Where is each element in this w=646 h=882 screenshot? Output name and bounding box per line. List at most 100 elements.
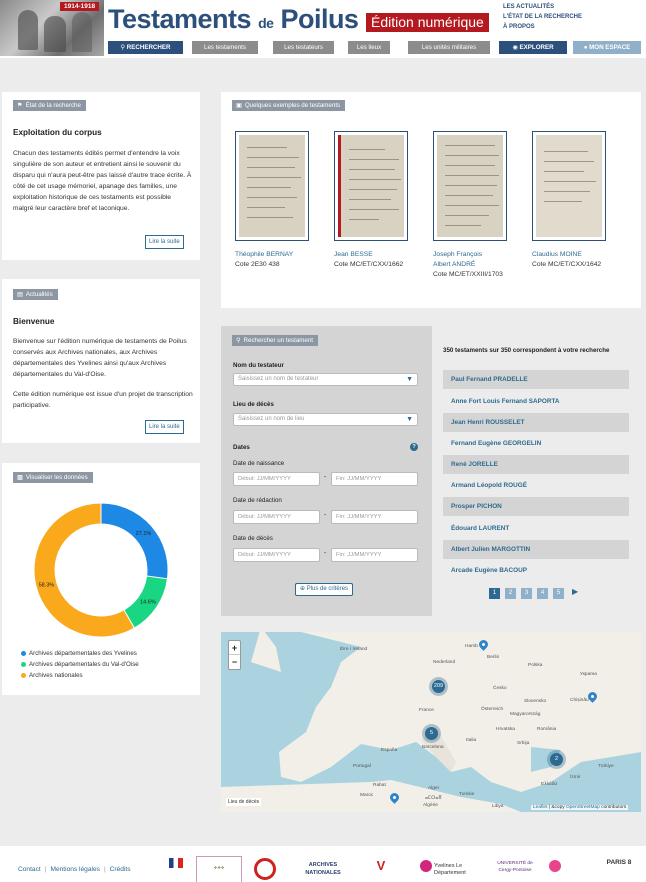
date-dash: - bbox=[324, 474, 327, 481]
map-label: Berlin bbox=[487, 655, 500, 660]
result-item[interactable]: Armand Léopold ROUGÉ bbox=[443, 476, 629, 495]
actualites-read-more-button[interactable]: Lire la suite bbox=[145, 420, 184, 434]
donut-slice-0[interactable] bbox=[100, 502, 169, 580]
thumb-name-3[interactable]: Joseph François Albert ANDRÉ bbox=[433, 250, 495, 270]
testament-thumb-2[interactable] bbox=[334, 131, 408, 241]
nav-explorer-button[interactable]: ◉ EXPLORER bbox=[499, 41, 567, 54]
universite-cergy-logo[interactable]: UNIVERSITÉ de Cergy-Pontoise bbox=[490, 856, 540, 882]
paris8-logo[interactable]: PARIS 8 bbox=[605, 856, 633, 882]
yvelines-logo[interactable]: Yvelines Le Département bbox=[420, 856, 482, 882]
map-cluster[interactable]: 209 bbox=[429, 677, 448, 696]
legend-item-yvelines: Archives départementales des Yvelines bbox=[21, 648, 139, 659]
footer-link-contact[interactable]: Contact bbox=[18, 866, 41, 873]
actualites-tag: ▤ Actualités bbox=[13, 289, 58, 300]
page-3-button[interactable]: 3 bbox=[521, 588, 532, 599]
footer-links: Contact | Mentions légales | Crédits bbox=[18, 866, 131, 873]
footer-link-mentions[interactable]: Mentions légales bbox=[50, 866, 99, 873]
redaction-fin-input[interactable]: Fin: JJ/MM/YYYY bbox=[331, 510, 418, 524]
page-2-button[interactable]: 2 bbox=[505, 588, 516, 599]
result-item[interactable]: Albert Julien MARGOTTIN bbox=[443, 540, 629, 559]
page-4-button[interactable]: 4 bbox=[537, 588, 548, 599]
result-item[interactable]: René JORELLE bbox=[443, 455, 629, 474]
site-title[interactable]: Testaments de Poilus bbox=[108, 4, 359, 35]
map-label: Algérie bbox=[423, 803, 438, 808]
page-5-button[interactable]: 5 bbox=[553, 588, 564, 599]
legend-dot bbox=[21, 661, 26, 667]
naissance-debut-input[interactable]: Début: JJ/MM/YYYY bbox=[233, 472, 320, 486]
osm-link[interactable]: OpenStreetMap bbox=[566, 805, 600, 810]
republique-francaise-logo[interactable] bbox=[164, 856, 188, 882]
map-label: Magyarország bbox=[510, 712, 541, 717]
date-dash: - bbox=[324, 512, 327, 519]
result-item[interactable]: Édouard LAURENT bbox=[443, 519, 629, 538]
map-label: România bbox=[537, 727, 557, 732]
nav-search-button[interactable]: ⚲ RECHERCHER bbox=[108, 41, 183, 54]
testament-thumb-3[interactable] bbox=[433, 131, 507, 241]
nav-mon-espace[interactable]: ● MON ESPACE bbox=[573, 41, 641, 54]
title-part-1: Testaments bbox=[108, 4, 252, 34]
visualiser-tag: ▩ Visualiser les données bbox=[13, 472, 93, 483]
map-cluster[interactable]: 5 bbox=[422, 724, 441, 743]
help-icon[interactable]: ? bbox=[410, 443, 418, 451]
top-link-apropos[interactable]: À PROPOS bbox=[503, 22, 582, 32]
top-link-etat[interactable]: L'ÉTAT DE LA RECHERCHE bbox=[503, 12, 582, 22]
archives-nationales-logo[interactable]: ARCHIVES NATIONALES bbox=[292, 856, 354, 882]
map-cluster[interactable]: 2 bbox=[547, 750, 566, 769]
map-label: Éire / Ireland bbox=[340, 647, 368, 652]
dates-label: Dates bbox=[233, 444, 250, 451]
exemples-tag: ▣ Quelques exemples de testaments bbox=[232, 100, 346, 111]
page-1-button[interactable]: 1 bbox=[489, 588, 500, 599]
newspaper-icon: ▤ bbox=[17, 291, 23, 298]
zoom-control: + − bbox=[228, 640, 241, 670]
donut-slice-label: 58.3% bbox=[39, 583, 55, 589]
centenaire-logo[interactable] bbox=[252, 856, 278, 882]
map-view[interactable] bbox=[221, 632, 641, 812]
archives-val-doise-logo[interactable]: V bbox=[360, 856, 402, 882]
thumb-name-4[interactable]: Claudius MOINE bbox=[532, 250, 622, 260]
edition-badge: Édition numérique bbox=[366, 13, 489, 32]
footer-link-credits[interactable]: Crédits bbox=[110, 866, 131, 873]
map-label: ⴰⵎⵔⴰⴳ bbox=[425, 796, 442, 801]
deces-debut-input[interactable]: Début: JJ/MM/YYYY bbox=[233, 548, 320, 562]
nav-testaments[interactable]: Les testaments bbox=[192, 41, 258, 54]
leaflet-link[interactable]: Leaflet bbox=[533, 805, 547, 810]
naissance-fin-input[interactable]: Fin: JJ/MM/YYYY bbox=[331, 472, 418, 486]
redaction-label: Date de rédaction bbox=[233, 497, 282, 504]
manuscript-image bbox=[239, 135, 305, 237]
map-label: France bbox=[419, 708, 434, 713]
result-item[interactable]: Paul Fernand PRADELLE bbox=[443, 370, 629, 389]
testament-thumb-4[interactable] bbox=[532, 131, 606, 241]
nom-testateur-input[interactable]: Saisissez un nom de testateur ▼ bbox=[233, 373, 418, 386]
redaction-debut-input[interactable]: Début: JJ/MM/YYYY bbox=[233, 510, 320, 524]
zoom-in-button[interactable]: + bbox=[229, 641, 240, 655]
search-panel bbox=[221, 326, 432, 616]
map-label: Nederland bbox=[433, 660, 456, 665]
thumb-name-2[interactable]: Jean BESSE bbox=[334, 250, 424, 260]
result-item[interactable]: Anne Fort Louis Fernand SAPORTA bbox=[443, 392, 629, 411]
zoom-out-button[interactable]: − bbox=[229, 655, 240, 669]
fondation-sciences-patrimoine-logo[interactable]: ❖❖❖ bbox=[196, 856, 242, 882]
nav-lieux[interactable]: Les lieux bbox=[348, 41, 390, 54]
map-label: Rabat bbox=[373, 783, 386, 788]
naissance-label: Date de naissance bbox=[233, 460, 285, 467]
etat-read-more-button[interactable]: Lire la suite bbox=[145, 235, 184, 249]
top-links: LES ACTUALITÉS L'ÉTAT DE LA RECHERCHE À … bbox=[503, 2, 582, 32]
thumb-name-1[interactable]: Théophile BERNAY bbox=[235, 250, 325, 260]
next-page-icon[interactable]: ▶ bbox=[572, 587, 578, 596]
result-item[interactable]: Fernand Eugène GEORGELIN bbox=[443, 434, 629, 453]
top-link-actualites[interactable]: LES ACTUALITÉS bbox=[503, 2, 582, 12]
testament-thumb-1[interactable] bbox=[235, 131, 309, 241]
nav-testateurs[interactable]: Les testateurs bbox=[273, 41, 334, 54]
more-criteria-button[interactable]: ⊕ Plus de critères bbox=[295, 583, 354, 596]
deces-fin-input[interactable]: Fin: JJ/MM/YYYY bbox=[331, 548, 418, 562]
centre-dominique-malet-logo[interactable] bbox=[545, 856, 600, 882]
result-item[interactable]: Jean Henri ROUSSELET bbox=[443, 413, 629, 432]
lieu-deces-input[interactable]: Saisissez un nom de lieu ▼ bbox=[233, 413, 418, 426]
nav-unites[interactable]: Les unités militaires bbox=[408, 41, 490, 54]
etat-title: Exploitation du corpus bbox=[13, 128, 102, 137]
result-item[interactable]: Arcade Eugène BACOUP bbox=[443, 561, 629, 580]
result-item[interactable]: Prosper PICHON bbox=[443, 497, 629, 516]
plus-circle-icon: ⊕ bbox=[300, 586, 307, 592]
actualites-card: ▤ Actualités Bienvenue Bienvenue sur l'éd… bbox=[2, 279, 200, 443]
actualites-body-1: Bienvenue sur l'édition numérique de tes… bbox=[13, 338, 187, 378]
